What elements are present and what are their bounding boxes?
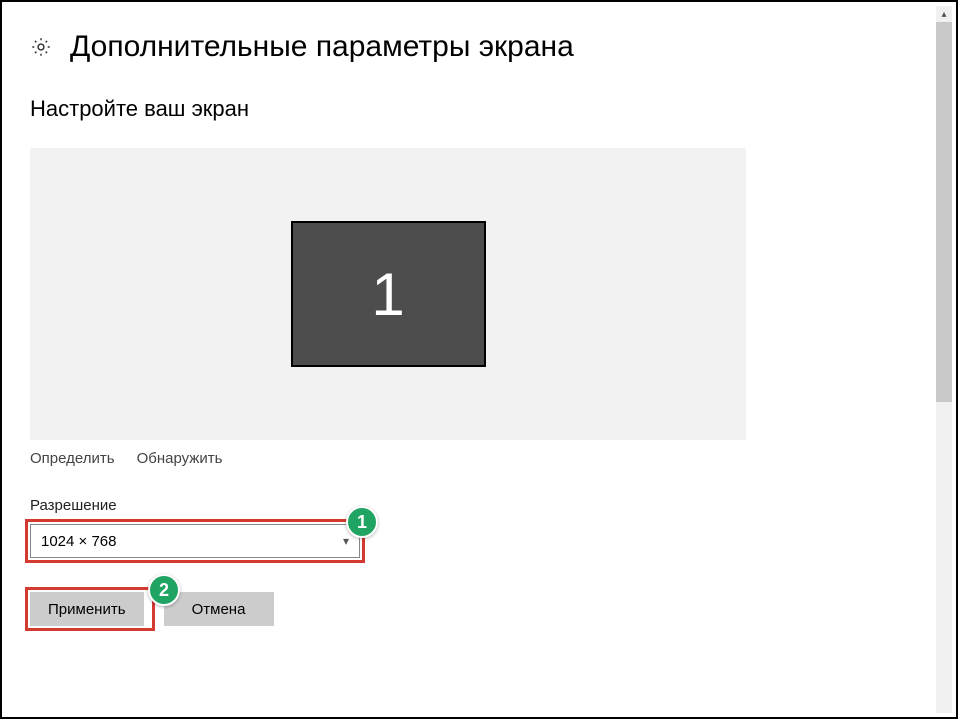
- settings-page: Дополнительные параметры экрана Настройт…: [2, 2, 956, 717]
- display-action-links: Определить Обнаружить: [30, 450, 928, 467]
- scrollbar[interactable]: ▴: [936, 6, 952, 713]
- apply-button[interactable]: Применить: [30, 592, 144, 626]
- action-button-row: Применить Отмена 2: [30, 592, 274, 626]
- resolution-value: 1024 × 768: [41, 533, 117, 550]
- resolution-dropdown[interactable]: 1024 × 768 ▾: [30, 524, 360, 558]
- resolution-dropdown-wrap: 1024 × 768 ▾ 1: [30, 524, 360, 558]
- cancel-button[interactable]: Отмена: [164, 592, 274, 626]
- monitor-thumbnail[interactable]: 1: [291, 221, 486, 367]
- scrollbar-up-icon[interactable]: ▴: [936, 6, 952, 22]
- resolution-label: Разрешение: [30, 497, 928, 514]
- detect-link[interactable]: Обнаружить: [137, 450, 223, 467]
- identify-link[interactable]: Определить: [30, 450, 115, 467]
- scrollbar-thumb[interactable]: [936, 22, 952, 402]
- display-arrangement-area[interactable]: 1: [30, 148, 746, 440]
- annotation-badge-2: 2: [148, 574, 180, 606]
- page-header: Дополнительные параметры экрана: [30, 30, 928, 64]
- gear-icon: [30, 36, 52, 58]
- monitor-number: 1: [371, 260, 404, 329]
- annotation-badge-1: 1: [346, 506, 378, 538]
- chevron-down-icon: ▾: [343, 534, 349, 548]
- section-title: Настройте ваш экран: [30, 96, 928, 122]
- page-title: Дополнительные параметры экрана: [70, 30, 574, 64]
